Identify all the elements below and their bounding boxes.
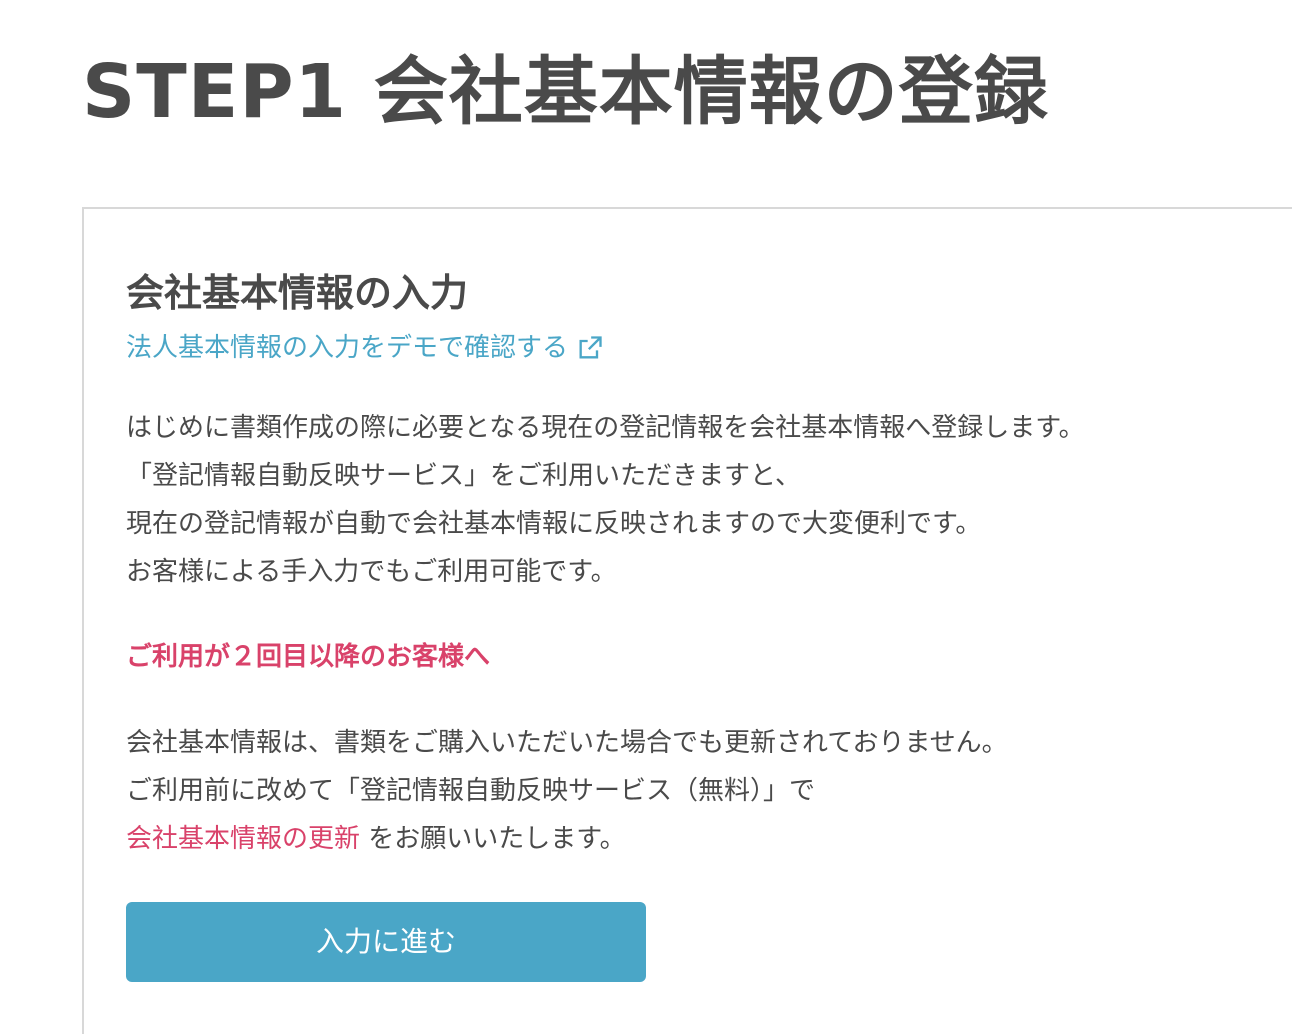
intro-line: はじめに書類作成の際に必要となる現在の登記情報を会社基本情報へ登録します。 [126,413,1085,443]
section-title: 会社基本情報の入力 [126,271,469,315]
notice-line-suffix: をお願いいたします。 [360,824,626,854]
external-link-icon [579,336,602,359]
notice-heading: ご利用が２回目以降のお客様へ [126,642,491,672]
page-title: STEP1 会社基本情報の登録 [82,49,1049,135]
notice-line: 会社基本情報の更新 をお願いいたします。 [126,815,1008,863]
demo-link-label: 法人基本情報の入力をデモで確認する [126,333,569,363]
update-company-info-link[interactable]: 会社基本情報の更新 [126,824,360,854]
company-info-card: 会社基本情報の入力 法人基本情報の入力をデモで確認する はじめに書類作成の際に必… [82,207,1292,1034]
notice-line: 会社基本情報は、書類をご購入いただいた場合でも更新されておりません。 [126,728,1008,758]
intro-text: はじめに書類作成の際に必要となる現在の登記情報を会社基本情報へ登録します。 「登… [126,404,1085,596]
intro-line: お客様による手入力でもご利用可能です。 [126,557,617,587]
intro-line: 現在の登記情報が自動で会社基本情報に反映されますので大変便利です。 [126,509,982,539]
notice-body: 会社基本情報は、書類をご購入いただいた場合でも更新されておりません。 ご利用前に… [126,719,1008,863]
proceed-to-input-button[interactable]: 入力に進む [126,902,646,982]
notice-line: ご利用前に改めて「登記情報自動反映サービス（無料）」で [126,776,816,806]
intro-line: 「登記情報自動反映サービス」をご利用いただきますと、 [126,461,801,491]
demo-link[interactable]: 法人基本情報の入力をデモで確認する [126,329,604,367]
